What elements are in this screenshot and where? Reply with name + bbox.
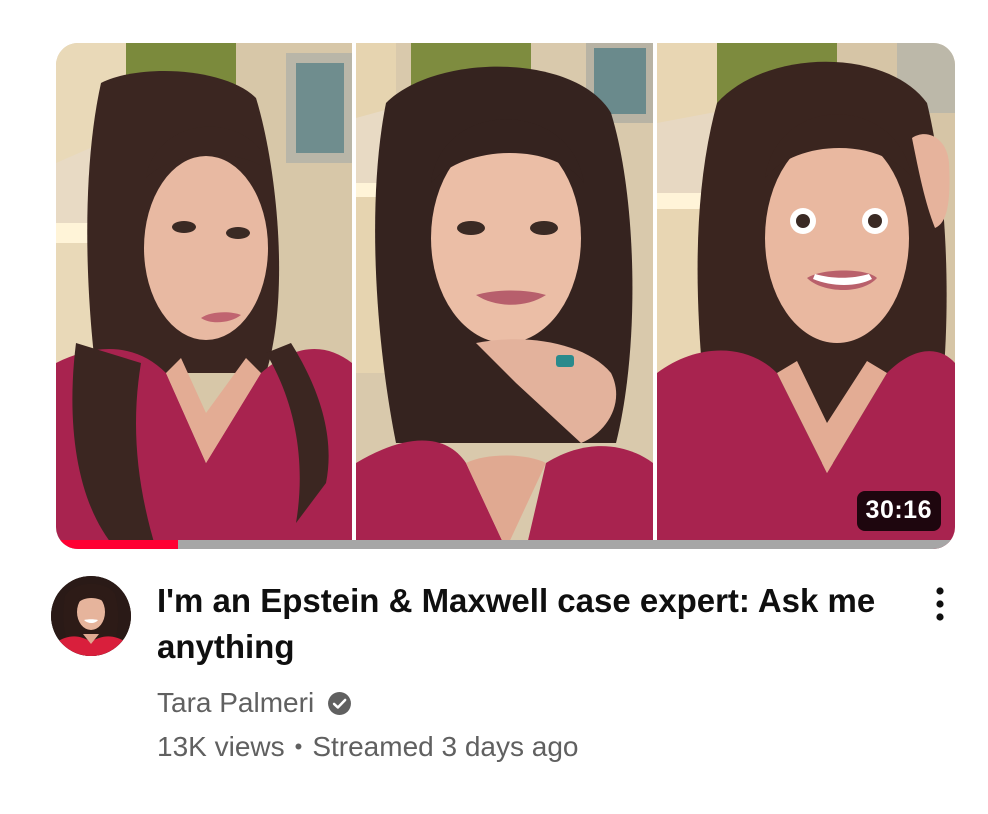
frame-divider [653,43,657,549]
thumbnail-frame-1 [56,43,352,549]
channel-name[interactable]: Tara Palmeri [157,685,314,721]
metadata-separator: • [294,734,303,759]
duration-badge: 30:16 [856,491,941,531]
channel-avatar[interactable] [51,576,131,656]
thumbnail-frame-2 [356,43,653,549]
watch-progress-track [56,540,955,549]
more-vertical-icon [936,587,944,621]
view-count: 13K views [157,731,285,762]
stream-date: Streamed 3 days ago [312,731,579,762]
verified-check-icon [328,691,352,715]
video-title[interactable]: I'm an Epstein & Maxwell case expert: As… [157,578,897,670]
watch-progress-fill [56,540,179,549]
video-metadata: 13K views • Streamed 3 days ago [157,729,579,765]
video-thumbnail[interactable]: 30:16 [56,43,955,549]
frame-divider [352,43,356,549]
channel-row: Tara Palmeri [157,685,352,721]
thumbnail-frame-3 [657,43,955,549]
more-actions-button[interactable] [918,580,962,628]
